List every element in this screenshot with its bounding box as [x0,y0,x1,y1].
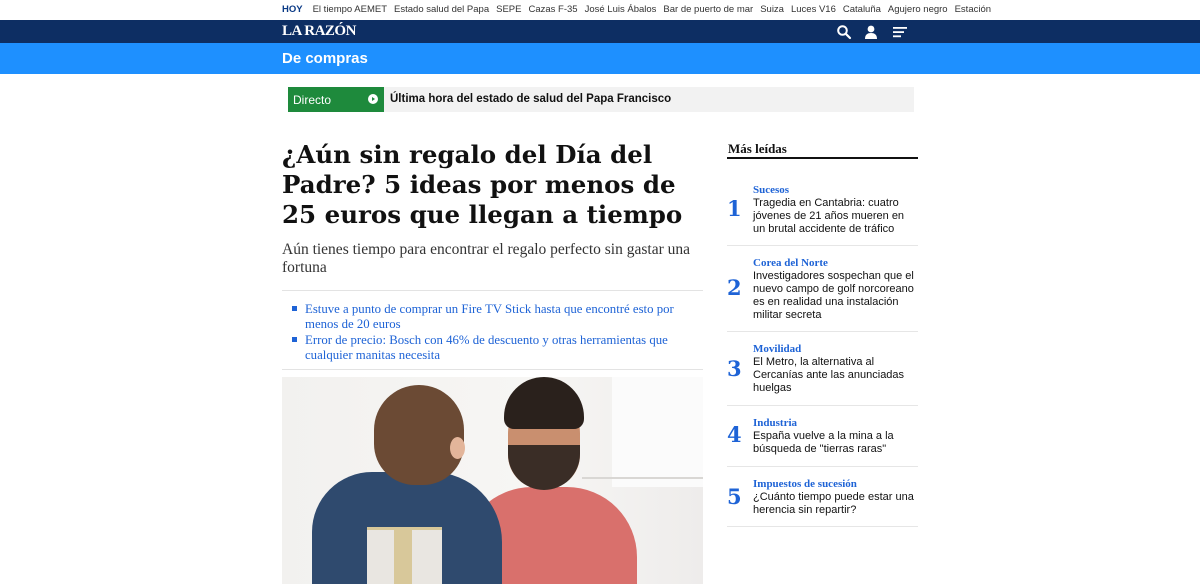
item-category[interactable]: Industria [753,417,797,429]
trending-label: HOY [282,4,303,15]
site-logo[interactable]: LA RAZÓN [282,23,356,40]
site-header: LA RAZÓN [0,20,1200,43]
section-bar: De compras [0,43,1200,74]
photo-window [612,377,703,487]
trending-link[interactable]: Cazas F-35 [528,4,577,15]
photo-boy-head [374,385,464,485]
bullet-icon [292,306,297,311]
divider [282,290,703,291]
rank-number: 4 [727,422,742,447]
item-headline[interactable]: Tragedia en Cantabria: cuatro jóvenes de… [753,197,918,236]
trending-bar: HOY El tiempo AEMET Estado salud del Pap… [0,0,1200,20]
article-photo[interactable] [282,377,703,584]
item-headline[interactable]: España vuelve a la mina a la búsqueda de… [753,430,918,456]
trending-link[interactable]: José Luis Ábalos [585,4,657,15]
rank-number: 2 [727,275,742,300]
related-link-text[interactable]: Error de precio: Bosch con 46% de descue… [305,333,668,362]
trending-link[interactable]: Luces V16 [791,4,836,15]
trending-link[interactable]: El tiempo AEMET [313,4,387,15]
divider [727,157,918,159]
rank-number: 5 [727,484,742,509]
item-category[interactable]: Corea del Norte [753,257,828,269]
trending-link[interactable]: Cataluña [843,4,881,15]
live-headline[interactable]: Última hora del estado de salud del Papa… [390,93,671,105]
item-headline[interactable]: ¿Cuánto tiempo puede estar una herencia … [753,491,918,517]
trending-link[interactable]: SEPE [496,4,521,15]
most-read-item[interactable]: 3 Movilidad El Metro, la alternativa al … [727,332,918,406]
bullet-icon [292,337,297,342]
photo-boy-ear [450,437,465,459]
trending-link[interactable]: Bar de puerto de mar [663,4,753,15]
most-read-item[interactable]: 2 Corea del Norte Investigadores sospech… [727,246,918,332]
live-tag[interactable]: Directo [288,87,384,112]
trending-link[interactable]: Estación [955,4,991,15]
most-read-item[interactable]: 5 Impuestos de sucesión ¿Cuánto tiempo p… [727,467,918,527]
item-category[interactable]: Sucesos [753,184,789,196]
photo-gift-ribbon [394,527,412,584]
item-category[interactable]: Movilidad [753,343,801,355]
item-headline[interactable]: El Metro, la alternativa al Cercanías an… [753,356,918,395]
rank-number: 1 [727,196,742,221]
item-category[interactable]: Impuestos de sucesión [753,478,857,490]
menu-icon[interactable] [892,24,908,40]
most-read-item[interactable]: 4 Industria España vuelve a la mina a la… [727,406,918,467]
article-subhead: Aún tienes tiempo para encontrar el rega… [282,241,690,276]
trending-link[interactable]: Suiza [760,4,784,15]
article-headline: ¿Aún sin regalo del Día del Padre? 5 ide… [282,140,683,229]
item-headline[interactable]: Investigadores sospechan que el nuevo ca… [753,270,918,322]
divider [282,369,703,370]
live-banner[interactable]: Directo Última hora del estado de salud … [288,87,914,112]
photo-man-hair [504,377,584,429]
live-tag-label: Directo [293,93,332,107]
photo-man-beard [508,445,580,490]
search-icon[interactable] [836,24,852,40]
most-read-title: Más leídas [728,141,787,156]
rank-number: 3 [727,356,742,381]
section-title[interactable]: De compras [282,50,368,67]
most-read-item[interactable]: 1 Sucesos Tragedia en Cantabria: cuatro … [727,173,918,246]
related-links: Estuve a punto de comprar un Fire TV Sti… [292,302,702,364]
related-link-text[interactable]: Estuve a punto de comprar un Fire TV Sti… [305,302,674,331]
user-icon[interactable] [863,24,879,40]
trending-link[interactable]: Estado salud del Papa [394,4,489,15]
related-link[interactable]: Error de precio: Bosch con 46% de descue… [292,333,702,362]
arrow-right-icon [368,94,378,104]
related-link[interactable]: Estuve a punto de comprar un Fire TV Sti… [292,302,702,331]
trending-link[interactable]: Agujero negro [888,4,948,15]
